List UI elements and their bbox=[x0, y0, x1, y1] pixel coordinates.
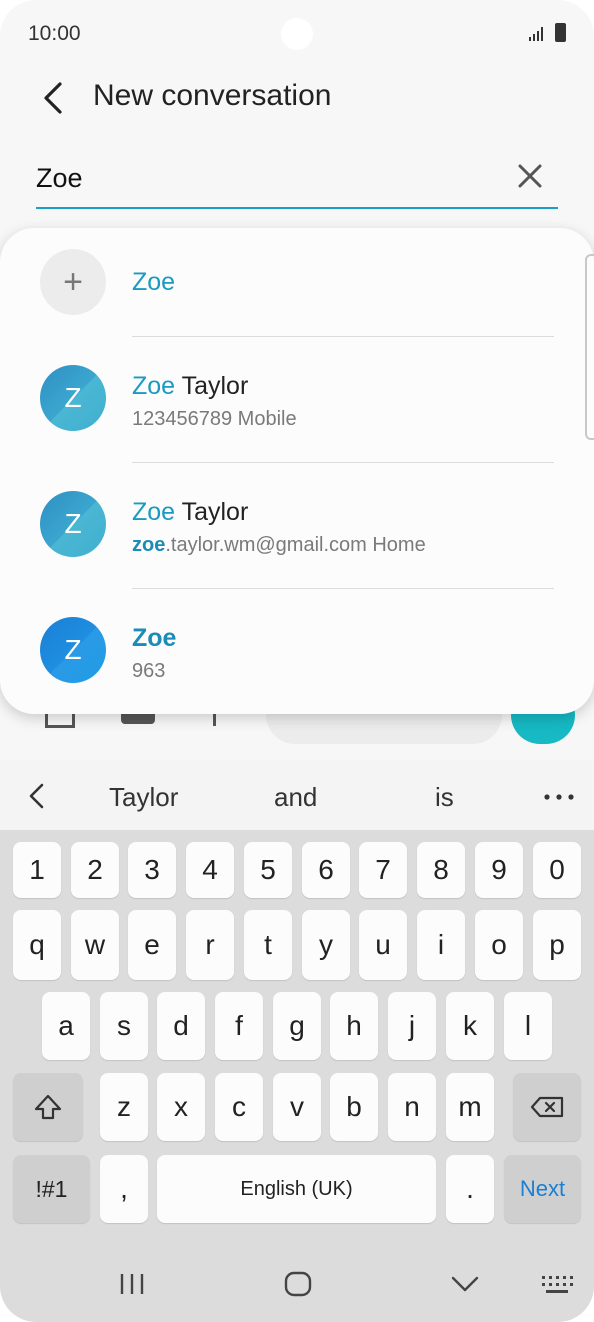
key[interactable]: s bbox=[100, 992, 148, 1060]
key[interactable]: g bbox=[273, 992, 321, 1060]
contact-name-rest: Taylor bbox=[175, 498, 249, 526]
key[interactable]: u bbox=[359, 910, 407, 980]
suggestion-word[interactable]: is bbox=[435, 782, 454, 813]
key[interactable]: 8 bbox=[417, 842, 465, 898]
add-icon: + bbox=[40, 249, 106, 315]
avatar: Z bbox=[40, 617, 106, 683]
back-arrow-icon[interactable] bbox=[34, 76, 74, 120]
key[interactable]: h bbox=[330, 992, 378, 1060]
chevron-left-icon[interactable] bbox=[22, 778, 52, 814]
key[interactable]: r bbox=[186, 910, 234, 980]
key[interactable]: l bbox=[504, 992, 552, 1060]
contact-name: Zoe Taylor bbox=[132, 372, 248, 401]
contact-name-rest: Taylor bbox=[175, 372, 249, 400]
clear-search-icon[interactable] bbox=[512, 158, 548, 194]
signal-icon bbox=[529, 27, 543, 41]
suggestion-word[interactable]: Taylor bbox=[109, 782, 178, 813]
key[interactable]: t bbox=[244, 910, 292, 980]
key[interactable]: y bbox=[302, 910, 350, 980]
key[interactable]: i bbox=[417, 910, 465, 980]
navigation-bar bbox=[0, 1238, 594, 1322]
keyboard: Taylor and is 1 2 3 4 5 6 7 8 9 0 q w e … bbox=[0, 760, 594, 1322]
camera-cutout bbox=[281, 18, 313, 50]
hide-keyboard-icon[interactable] bbox=[450, 1274, 480, 1294]
key[interactable]: q bbox=[13, 910, 61, 980]
shift-key[interactable] bbox=[13, 1073, 83, 1141]
key[interactable]: 4 bbox=[186, 842, 234, 898]
app-header: New conversation bbox=[0, 64, 594, 134]
contact-row[interactable]: Z Zoe 963 bbox=[0, 590, 594, 714]
key[interactable]: 1 bbox=[13, 842, 61, 898]
contact-detail: 123456789 Mobile bbox=[132, 408, 297, 430]
suggestion-bar: Taylor and is bbox=[0, 760, 594, 830]
avatar: Z bbox=[40, 365, 106, 431]
contact-name-match: Zoe bbox=[132, 624, 177, 652]
key[interactable]: p bbox=[533, 910, 581, 980]
symbols-key[interactable]: !#1 bbox=[13, 1155, 90, 1223]
contact-row[interactable]: Z Zoe Taylor zoe.taylor.wm@gmail.com Hom… bbox=[0, 464, 594, 590]
avatar: Z bbox=[40, 491, 106, 557]
contact-row[interactable]: Z Zoe Taylor 123456789 Mobile bbox=[0, 338, 594, 464]
key[interactable]: c bbox=[215, 1073, 263, 1141]
key[interactable]: z bbox=[100, 1073, 148, 1141]
contact-detail: 963 bbox=[132, 660, 166, 682]
keyboard-switch-icon[interactable] bbox=[540, 1274, 574, 1296]
contact-suggestions-dropdown: + Zoe Z Zoe Taylor 123456789 Mobile Z Zo… bbox=[0, 228, 594, 714]
key[interactable]: k bbox=[446, 992, 494, 1060]
recent-apps-icon[interactable] bbox=[118, 1272, 146, 1296]
divider bbox=[132, 336, 554, 337]
new-recipient-label: Zoe bbox=[132, 268, 176, 296]
space-key[interactable]: English (UK) bbox=[157, 1155, 436, 1223]
recipient-search-input[interactable] bbox=[36, 158, 506, 198]
key[interactable]: 2 bbox=[71, 842, 119, 898]
key[interactable]: 9 bbox=[475, 842, 523, 898]
key[interactable]: e bbox=[128, 910, 176, 980]
key[interactable]: 7 bbox=[359, 842, 407, 898]
contact-name: Zoe Taylor bbox=[132, 498, 248, 527]
search-underline bbox=[36, 207, 558, 209]
next-key[interactable]: Next bbox=[504, 1155, 581, 1223]
key[interactable]: w bbox=[71, 910, 119, 980]
battery-icon bbox=[555, 23, 566, 42]
divider bbox=[132, 588, 554, 589]
key[interactable]: n bbox=[388, 1073, 436, 1141]
key[interactable]: f bbox=[215, 992, 263, 1060]
key[interactable]: d bbox=[157, 992, 205, 1060]
status-time: 10:00 bbox=[28, 22, 81, 45]
key[interactable]: a bbox=[42, 992, 90, 1060]
key[interactable]: b bbox=[330, 1073, 378, 1141]
key[interactable]: o bbox=[475, 910, 523, 980]
backspace-key[interactable] bbox=[513, 1073, 581, 1141]
more-horizontal-icon[interactable] bbox=[544, 794, 574, 800]
key[interactable]: j bbox=[388, 992, 436, 1060]
page-title: New conversation bbox=[93, 79, 332, 112]
contact-detail-match: zoe bbox=[132, 534, 166, 556]
divider bbox=[132, 462, 554, 463]
key[interactable]: v bbox=[273, 1073, 321, 1141]
key[interactable]: 0 bbox=[533, 842, 581, 898]
key[interactable]: m bbox=[446, 1073, 494, 1141]
contact-name-match: Zoe bbox=[132, 372, 176, 400]
status-bar: 10:00 bbox=[0, 0, 594, 64]
key[interactable]: 6 bbox=[302, 842, 350, 898]
key[interactable]: 5 bbox=[244, 842, 292, 898]
screen: 10:00 New conversation + Zoe bbox=[0, 0, 594, 1322]
scrollbar[interactable] bbox=[585, 254, 594, 440]
key[interactable]: x bbox=[157, 1073, 205, 1141]
contact-name-match: Zoe bbox=[132, 498, 176, 526]
period-key[interactable]: . bbox=[446, 1155, 494, 1223]
suggestion-word[interactable]: and bbox=[274, 782, 317, 813]
contact-detail-rest: .taylor.wm@gmail.com Home bbox=[165, 534, 426, 556]
shift-icon bbox=[34, 1094, 62, 1120]
contact-name: Zoe bbox=[132, 624, 176, 653]
contact-detail: zoe.taylor.wm@gmail.com Home bbox=[132, 534, 426, 557]
home-icon[interactable] bbox=[283, 1270, 313, 1298]
backspace-icon bbox=[530, 1096, 564, 1118]
comma-key[interactable]: , bbox=[100, 1155, 148, 1223]
key[interactable]: 3 bbox=[128, 842, 176, 898]
